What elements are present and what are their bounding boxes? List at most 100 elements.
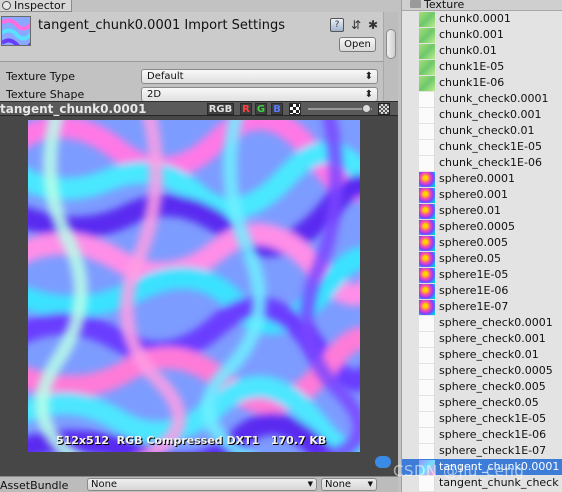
white-texture-icon [419,92,435,107]
sphere-texture-icon [419,236,435,251]
asset-name: chunk_check1E-06 [439,156,542,169]
white-texture-icon [419,124,435,139]
sphere-texture-icon [419,204,435,219]
asset-name: sphere0.001 [439,188,508,201]
asset-list: chunk0.0001 chunk0.001 chunk0.01 chunk1E-05… [402,11,562,491]
inspector-tab-label: Inspector [14,0,66,12]
asset-bundle-variant-dropdown[interactable]: None ▼ [321,478,377,491]
asset-list-item[interactable]: sphere1E-06 [402,283,562,299]
white-texture-icon [419,140,435,155]
asset-bundle-dropdown[interactable]: None ▼ [87,478,317,491]
gear-icon[interactable]: ✱ [366,18,380,32]
white-texture-icon [419,364,435,379]
white-texture-icon [419,108,435,123]
asset-name: sphere0.005 [439,236,508,249]
chunk-texture-icon [419,60,435,75]
sphere-texture-icon [419,252,435,267]
asset-name: chunk_check1E-05 [439,140,542,153]
asset-list-item[interactable]: chunk_check1E-06 [402,155,562,171]
white-texture-icon [419,444,435,459]
asset-list-item[interactable]: sphere_check0.01 [402,347,562,363]
inspector-scrollbar[interactable] [383,12,398,102]
asset-list-item[interactable]: chunk1E-05 [402,59,562,75]
white-texture-icon [419,156,435,171]
texture-shape-dropdown[interactable]: 2D ⬍ [141,87,378,102]
alpha-checker-icon[interactable] [289,103,301,115]
asset-name: chunk0.01 [439,44,497,57]
asset-name: sphere0.05 [439,252,501,265]
asset-list-item[interactable]: chunk_check0.01 [402,123,562,139]
white-texture-icon [419,316,435,331]
asset-list-item[interactable]: sphere0.0001 [402,171,562,187]
texture-preview-image [28,120,360,452]
asset-list-item[interactable]: sphere_check0.05 [402,395,562,411]
dropdown-arrow-icon: ▼ [367,480,373,488]
asset-list-item[interactable]: sphere0.0005 [402,219,562,235]
asset-name: sphere_check0.001 [439,332,546,345]
preview-toolbar: tangent_chunk0.0001 RGB R G B [0,101,398,116]
texture-shape-value: 2D [147,89,162,100]
asset-list-item[interactable]: sphere_check0.005 [402,379,562,395]
asset-bundle-label: AssetBundle [0,479,69,492]
asset-list-item[interactable]: sphere_check0.0005 [402,363,562,379]
texture-type-row: Texture Type Default ⬍ [0,69,398,85]
asset-name: sphere1E-05 [439,268,509,281]
asset-list-item[interactable]: sphere_check0.0001 [402,315,562,331]
asset-list-item[interactable]: chunk0.01 [402,43,562,59]
preset-sliders-icon[interactable]: ⇵ [349,18,363,32]
asset-name: chunk_check0.0001 [439,92,549,105]
asset-list-item[interactable]: chunk0.0001 [402,11,562,27]
sphere-texture-icon [419,220,435,235]
asset-list-item[interactable]: chunk1E-06 [402,75,562,91]
asset-bundle-row: AssetBundle None ▼ None ▼ [0,476,398,492]
texture-preview-area: 512x512 RGB Compressed DXT1 170.7 KB [0,116,398,476]
asset-name: sphere0.01 [439,204,501,217]
asset-name: sphere_check0.005 [439,380,546,393]
inspector-tab[interactable]: Inspector [0,0,72,12]
mip-level-slider-knob[interactable] [362,104,371,113]
asset-label-icon[interactable] [375,456,391,468]
asset-list-item[interactable]: sphere_check1E-05 [402,411,562,427]
asset-name: sphere_check0.0001 [439,316,553,329]
asset-name: sphere0.0001 [439,172,515,185]
asset-list-item[interactable]: sphere0.005 [402,235,562,251]
asset-list-item[interactable]: sphere_check1E-06 [402,427,562,443]
import-settings-title: tangent_chunk0.0001 Import Settings [38,18,285,33]
asset-list-item[interactable]: sphere1E-07 [402,299,562,315]
white-texture-icon [419,412,435,427]
asset-list-item[interactable]: chunk0.001 [402,27,562,43]
asset-list-item[interactable]: sphere_check0.001 [402,331,562,347]
blue-channel-button[interactable]: B [271,103,283,115]
asset-list-item[interactable]: sphere1E-05 [402,267,562,283]
red-channel-button[interactable]: R [240,103,252,115]
project-folder-header[interactable]: Texture [402,0,562,11]
asset-list-item[interactable]: sphere0.05 [402,251,562,267]
rgb-channel-button[interactable]: RGB [207,103,234,115]
asset-list-item[interactable]: chunk_check1E-05 [402,139,562,155]
texture-thumbnail [1,16,31,46]
sphere-texture-icon [419,188,435,203]
asset-list-item[interactable]: chunk_check0.0001 [402,91,562,107]
asset-list-item[interactable]: sphere_check1E-07 [402,443,562,459]
asset-name: sphere1E-06 [439,284,509,297]
open-button[interactable]: Open [339,37,376,52]
help-book-icon[interactable]: ? [330,18,344,32]
dropdown-arrow-icon: ⬍ [364,71,373,82]
asset-list-item[interactable]: sphere0.001 [402,187,562,203]
sphere-texture-icon [419,172,435,187]
white-texture-icon [419,332,435,347]
asset-name: chunk0.0001 [439,12,511,25]
asset-list-item[interactable]: chunk_check0.001 [402,107,562,123]
mipmap-icon[interactable] [378,103,390,115]
asset-bundle-variant-value: None [325,479,352,490]
white-texture-icon [419,396,435,411]
green-channel-button[interactable]: G [255,103,267,115]
asset-list-item[interactable]: sphere0.01 [402,203,562,219]
texture-type-dropdown[interactable]: Default ⬍ [141,69,378,84]
dropdown-arrow-icon: ⬍ [364,89,373,100]
chunk-texture-icon [419,28,435,43]
asset-name: sphere_check0.05 [439,396,539,409]
scrollbar-thumb[interactable] [386,29,396,59]
texture-info-text: 512x512 RGB Compressed DXT1 170.7 KB [56,434,327,447]
dropdown-arrow-icon: ▼ [307,480,313,488]
